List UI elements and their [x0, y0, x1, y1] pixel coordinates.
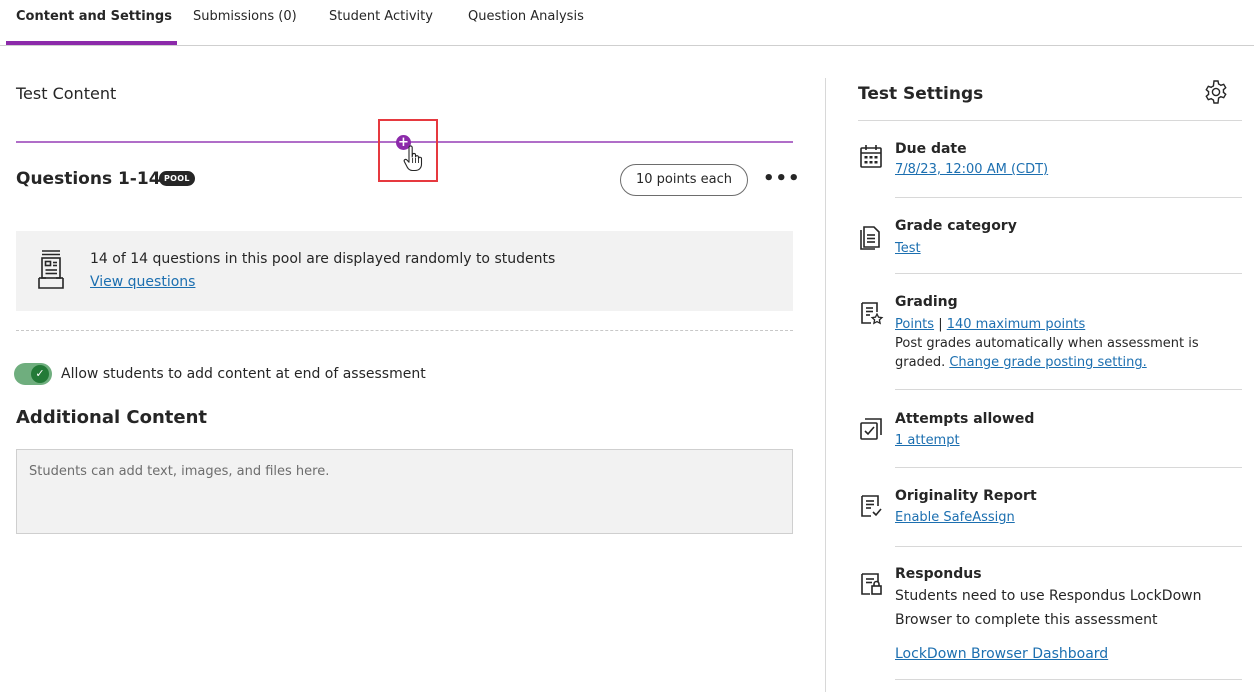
points-each-button[interactable]: 10 points each [620, 164, 748, 196]
question-pool-icon [38, 250, 64, 289]
pool-badge: POOL [159, 171, 195, 186]
active-tab-indicator [6, 41, 177, 45]
highlight-box [378, 119, 438, 182]
tab-content-and-settings[interactable]: Content and Settings [16, 9, 172, 45]
checkmark-icon: ✓ [31, 365, 49, 383]
grading-icon [861, 302, 884, 325]
setting-divider [895, 197, 1242, 198]
grading-points-link[interactable]: Points [895, 317, 934, 332]
lockdown-browser-dashboard-link[interactable]: LockDown Browser Dashboard [895, 646, 1108, 662]
pool-description: 14 of 14 questions in this pool are disp… [90, 251, 556, 267]
grading-points-line: Points | 140 maximum points [895, 317, 1085, 332]
toggle-label: Allow students to add content at end of … [61, 366, 426, 382]
setting-divider [895, 467, 1242, 468]
setting-divider [895, 546, 1242, 547]
test-settings-heading: Test Settings [858, 84, 984, 104]
respondus-title: Respondus [895, 566, 982, 582]
grading-title: Grading [895, 294, 958, 310]
attempts-checkbox-icon [860, 418, 882, 440]
settings-header-rule [858, 120, 1242, 121]
grade-category-title: Grade category [895, 218, 1017, 234]
additional-content-area[interactable]: Students can add text, images, and files… [16, 449, 793, 534]
calendar-icon [860, 145, 882, 168]
tab-bar: Content and Settings Submissions (0) Stu… [0, 0, 1254, 46]
originality-icon [861, 495, 882, 517]
grading-separator: | [938, 317, 943, 332]
grade-category-link[interactable]: Test [895, 241, 921, 256]
attempts-title: Attempts allowed [895, 411, 1035, 427]
originality-title: Originality Report [895, 488, 1037, 504]
test-content-heading: Test Content [16, 84, 117, 103]
change-grade-posting-link[interactable]: Change grade posting setting. [949, 355, 1146, 370]
additional-content-placeholder: Students can add text, images, and files… [29, 464, 330, 479]
grading-description-end: graded. [895, 355, 946, 370]
respondus-icon [861, 573, 882, 595]
respondus-description-line2: Browser to complete this assessment [895, 612, 1158, 628]
grading-description-line2: graded. Change grade posting setting. [895, 355, 1147, 370]
setting-divider [895, 273, 1242, 274]
view-questions-link[interactable]: View questions [90, 274, 195, 290]
enable-safeassign-link[interactable]: Enable SafeAssign [895, 510, 1015, 525]
tab-submissions[interactable]: Submissions (0) [193, 9, 297, 45]
grading-description: Post grades automatically when assessmen… [895, 336, 1199, 351]
due-date-title: Due date [895, 141, 967, 157]
respondus-description: Students need to use Respondus LockDown [895, 588, 1202, 604]
setting-divider [895, 679, 1242, 680]
gear-icon[interactable] [1203, 79, 1229, 105]
attempts-link[interactable]: 1 attempt [895, 433, 960, 448]
setting-divider [895, 389, 1242, 390]
more-options-button[interactable]: ••• [763, 168, 801, 189]
column-divider [825, 78, 826, 692]
additional-content-heading: Additional Content [16, 407, 208, 428]
question-pool-panel: 14 of 14 questions in this pool are disp… [16, 231, 793, 311]
tab-student-activity[interactable]: Student Activity [329, 9, 433, 45]
allow-content-toggle[interactable]: ✓ [14, 363, 52, 385]
document-icon [860, 226, 880, 250]
questions-title: Questions 1-14 [16, 169, 161, 189]
tab-question-analysis[interactable]: Question Analysis [468, 9, 584, 45]
maximum-points-link[interactable]: 140 maximum points [947, 317, 1086, 332]
due-date-link[interactable]: 7/8/23, 12:00 AM (CDT) [895, 162, 1048, 177]
section-divider [16, 330, 793, 331]
